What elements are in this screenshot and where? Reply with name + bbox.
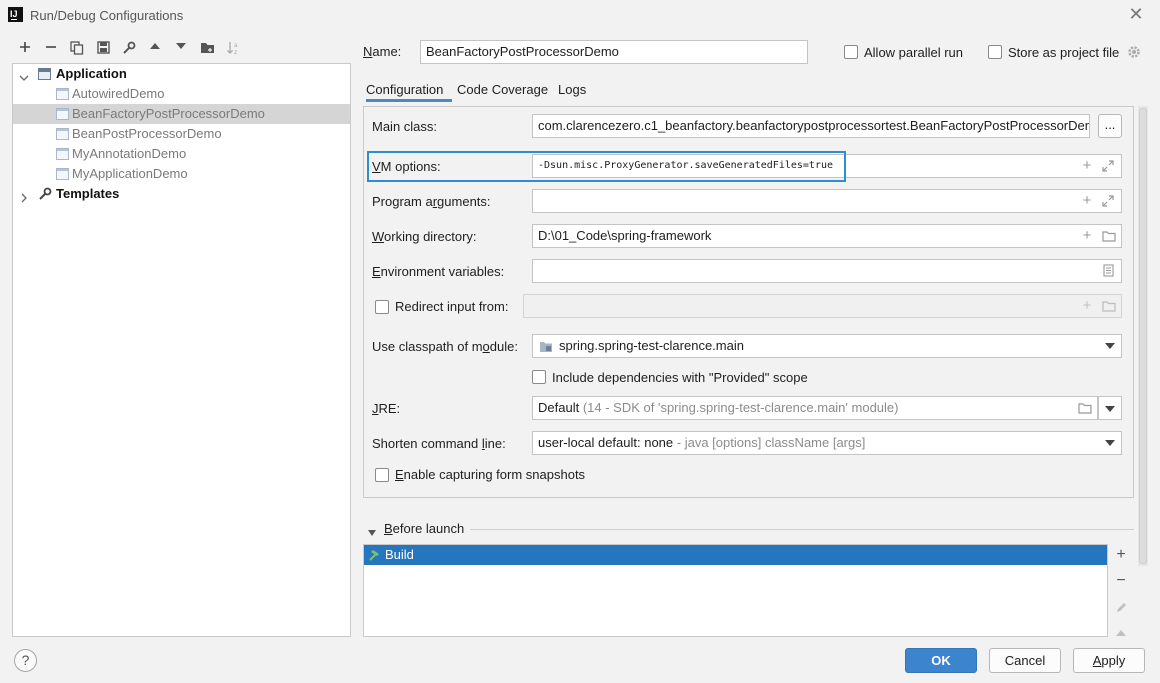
- environment-variables-label: Environment variables:: [372, 264, 505, 279]
- tree-item[interactable]: MyAnnotationDemo: [13, 144, 350, 164]
- folder-icon: [1100, 295, 1118, 317]
- sort-icon: az: [224, 40, 242, 58]
- ok-button[interactable]: OK: [905, 648, 977, 673]
- chevron-down-icon: [1105, 406, 1115, 412]
- include-dependencies-checkbox[interactable]: [532, 370, 546, 384]
- shorten-hint: - java [options] className [args]: [676, 435, 866, 450]
- allow-parallel-checkbox[interactable]: [844, 45, 858, 59]
- cancel-button[interactable]: Cancel: [989, 648, 1061, 673]
- gear-icon[interactable]: [1127, 45, 1141, 59]
- jre-label: JRE:: [372, 401, 401, 416]
- chevron-down-icon[interactable]: [1105, 343, 1115, 349]
- vm-options-highlight: [367, 151, 846, 182]
- tree-item[interactable]: BeanPostProcessorDemo: [13, 124, 350, 144]
- add-icon[interactable]: +: [1078, 190, 1096, 212]
- tree-item[interactable]: AutowiredDemo: [13, 84, 350, 104]
- tab-code-coverage[interactable]: Code Coverage: [457, 80, 548, 102]
- svg-text:a: a: [234, 42, 238, 49]
- save-icon[interactable]: [94, 40, 112, 58]
- divider: [470, 529, 1134, 530]
- collapse-before-launch-icon[interactable]: [367, 525, 377, 536]
- folder-icon[interactable]: [198, 40, 216, 58]
- list-item-build[interactable]: Build: [364, 545, 1107, 565]
- expand-icon[interactable]: [1099, 190, 1117, 212]
- tab-logs[interactable]: Logs: [558, 80, 586, 102]
- run-config-icon: [56, 148, 69, 160]
- jre-hint: (14 - SDK of 'spring.spring-test-clarenc…: [582, 400, 899, 415]
- form-snapshots-checkbox[interactable]: [375, 468, 389, 482]
- intellij-icon: IJ: [8, 7, 23, 22]
- add-icon[interactable]: +: [1112, 546, 1130, 564]
- main-class-label: Main class:: [372, 119, 438, 134]
- chevron-down-icon[interactable]: [19, 69, 29, 81]
- tree-node-templates[interactable]: Templates: [13, 184, 350, 204]
- move-up-icon[interactable]: [146, 40, 164, 58]
- redirect-input-field: [523, 294, 1122, 318]
- chevron-right-icon[interactable]: [19, 189, 29, 203]
- redirect-input-checkbox[interactable]: [375, 300, 389, 314]
- browse-main-class-button[interactable]: ...: [1098, 114, 1122, 138]
- working-directory-label: Working directory:: [372, 229, 477, 244]
- list-icon[interactable]: [1099, 260, 1117, 282]
- shorten-command-label: Shorten command line:: [372, 436, 506, 451]
- add-icon[interactable]: +: [1078, 225, 1096, 247]
- run-config-icon: [56, 168, 69, 180]
- store-project-label: Store as project file: [1008, 45, 1120, 60]
- help-button[interactable]: ?: [14, 649, 37, 672]
- build-label: Build: [385, 547, 414, 562]
- run-config-icon: [56, 88, 69, 100]
- folder-icon[interactable]: [1100, 225, 1118, 247]
- remove-icon[interactable]: −: [1112, 572, 1130, 590]
- folder-icon[interactable]: [1076, 397, 1094, 419]
- environment-variables-input[interactable]: [532, 259, 1122, 283]
- add-icon[interactable]: +: [1078, 155, 1096, 177]
- add-icon[interactable]: [16, 40, 34, 58]
- main-class-input[interactable]: com.clarencezero.c1_beanfactory.beanfact…: [532, 114, 1090, 138]
- tree-item[interactable]: MyApplicationDemo: [13, 164, 350, 184]
- jre-select[interactable]: Default (14 - SDK of 'spring.spring-test…: [532, 396, 1098, 420]
- jre-value: Default: [538, 400, 580, 415]
- allow-parallel-label: Allow parallel run: [864, 45, 963, 60]
- application-icon: [38, 68, 51, 80]
- shorten-value: user-local default: none: [538, 435, 674, 450]
- working-directory-input[interactable]: D:\01_Code\spring-framework: [532, 224, 1122, 248]
- apply-button[interactable]: Apply: [1073, 648, 1145, 673]
- window-title: Run/Debug Configurations: [30, 8, 184, 23]
- svg-text:z: z: [234, 49, 237, 55]
- include-dependencies-label: Include dependencies with "Provided" sco…: [552, 370, 808, 385]
- run-config-icon: [56, 128, 69, 140]
- scrollbar-thumb[interactable]: [1139, 108, 1147, 564]
- tab-configuration[interactable]: Configuration: [366, 80, 452, 102]
- hammer-icon: [367, 548, 381, 562]
- shorten-command-select[interactable]: user-local default: none - java [options…: [532, 431, 1122, 455]
- name-input[interactable]: BeanFactoryPostProcessorDemo: [420, 40, 808, 64]
- program-arguments-input[interactable]: [532, 189, 1122, 213]
- module-icon: [539, 340, 553, 353]
- tree-item-selected[interactable]: BeanFactoryPostProcessorDemo: [13, 104, 350, 124]
- expand-icon[interactable]: [1099, 155, 1117, 177]
- redirect-input-label: Redirect input from:: [395, 299, 509, 314]
- chevron-down-icon[interactable]: [1105, 440, 1115, 446]
- configuration-tree[interactable]: Application AutowiredDemo BeanFactoryPos…: [12, 63, 351, 637]
- jre-dropdown-button[interactable]: [1098, 396, 1122, 420]
- remove-icon[interactable]: [42, 40, 60, 58]
- copy-icon[interactable]: [68, 40, 86, 58]
- edit-icon: [1112, 598, 1130, 616]
- classpath-module-select[interactable]: spring.spring-test-clarence.main: [532, 334, 1122, 358]
- add-icon: +: [1082, 297, 1092, 314]
- name-label: Name:: [363, 44, 402, 59]
- wrench-icon: [38, 187, 52, 200]
- classpath-module-label: Use classpath of module:: [372, 339, 518, 354]
- wrench-icon[interactable]: [120, 40, 138, 58]
- move-up-icon: [1112, 624, 1130, 636]
- before-launch-title: Before launch: [384, 521, 465, 536]
- tree-node-application[interactable]: Application: [13, 64, 350, 84]
- close-icon[interactable]: ✕: [1128, 5, 1144, 23]
- store-project-checkbox[interactable]: [988, 45, 1002, 59]
- run-config-icon: [56, 108, 69, 120]
- form-snapshots-label: Enable capturing form snapshots: [395, 467, 586, 482]
- program-arguments-label: Program arguments:: [372, 194, 491, 209]
- move-down-icon[interactable]: [172, 40, 190, 58]
